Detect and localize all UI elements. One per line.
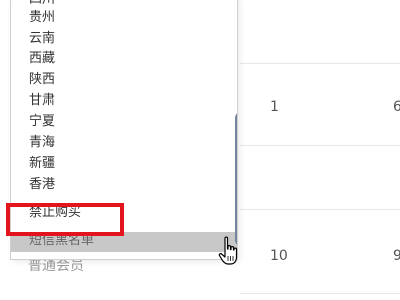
dropdown-option[interactable]: 香港 [29, 177, 55, 193]
table-cell: 9 [393, 248, 400, 264]
table-cell: 6 [393, 99, 400, 115]
highlight-box [6, 203, 124, 236]
dropdown-option[interactable]: 贵州 [29, 10, 55, 26]
hand-pointer-icon [218, 236, 242, 266]
dropdown-option[interactable]: 甘肃 [29, 93, 55, 109]
table-divider [240, 63, 400, 64]
dropdown-option[interactable]: 青海 [29, 135, 55, 151]
table-divider [240, 209, 400, 210]
dropdown-scrollbar[interactable] [235, 112, 237, 246]
dropdown-option[interactable]: 新疆 [29, 156, 55, 172]
dropdown-option[interactable]: 宁夏 [29, 114, 55, 130]
table-cell: 1 [270, 99, 279, 115]
dropdown-option[interactable]: 四川 [29, 0, 55, 8]
dropdown-option[interactable]: 陕西 [29, 72, 55, 88]
page: 1 6 10 9 普通会员 四川 贵州 云南 西藏 陕西 甘肃 宁夏 青海 新疆… [0, 0, 400, 300]
dropdown-option[interactable]: 云南 [29, 31, 55, 47]
table-divider [240, 293, 400, 294]
table-cell: 10 [270, 248, 288, 264]
dropdown-option[interactable]: 西藏 [29, 51, 55, 67]
table-divider [240, 145, 400, 146]
